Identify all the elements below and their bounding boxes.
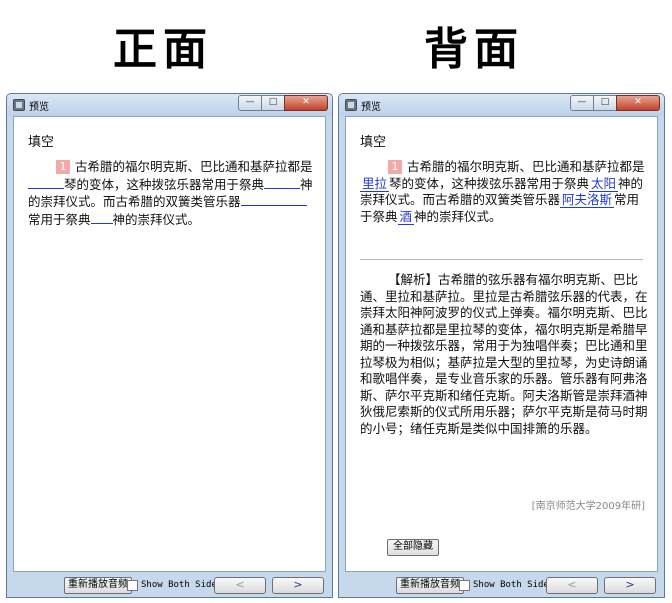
explanation-text: 【解析】古希腊的弦乐器有福尔明克斯、巴比通、里拉和基萨拉。里拉是古希腊弦乐器的代…: [360, 272, 648, 436]
answer-blank: [28, 176, 64, 189]
card-heading: 填空: [360, 135, 387, 150]
answer-blank: [90, 211, 113, 224]
answer-text: 酒: [397, 208, 415, 225]
question-text: 1 古希腊的福尔明克斯、巴比通和基萨拉都是里拉 琴的变体，这种拨弦乐器常用于祭典 太阳…: [360, 159, 650, 225]
source-citation: [南京师范大学2009年研]: [531, 501, 645, 512]
card-content: 填空 1 古希腊的福尔明克斯、巴比通和基萨拉都是里拉 琴的变体，这种拨弦乐器常用于祭…: [345, 116, 658, 572]
answer-text: 里拉: [360, 175, 390, 192]
divider: [360, 259, 643, 260]
app-icon: [13, 99, 25, 111]
show-both-sides-label: Show Both Sides: [141, 580, 223, 590]
card-content: 填空 1 古希腊的福尔明克斯、巴比通和基萨拉都是琴的变体，这种拨弦乐器常用于祭典神…: [13, 116, 326, 572]
answer-blank: [240, 193, 307, 206]
question-number-badge: 1: [388, 160, 402, 174]
question-part: 古希腊的福尔明克斯、巴比通和基萨拉都是: [407, 159, 645, 174]
hide-all-button[interactable]: 全部隐藏: [387, 539, 439, 556]
maximize-button[interactable]: □: [593, 95, 617, 111]
front-preview-window: 预览 — □ ✕ 填空 1 古希腊的福尔明克斯、巴比通和基萨拉都是琴的变体，这种拨…: [6, 93, 333, 598]
question-part: 神的崇拜仪式。: [414, 208, 502, 224]
next-button[interactable]: >: [604, 577, 656, 594]
minimize-button[interactable]: —: [238, 95, 262, 111]
show-both-sides-checkbox[interactable]: [127, 580, 138, 591]
question-part: 琴的变体，这种拨弦乐器常用于祭典: [389, 175, 590, 191]
question-part: 常用于祭典: [28, 211, 91, 227]
title-bar[interactable]: 预览 — □ ✕: [339, 94, 664, 116]
question-part: 琴的变体，这种拨弦乐器常用于祭典: [64, 176, 265, 192]
replay-audio-button[interactable]: 重新播放音频: [64, 577, 132, 594]
answer-blank: [264, 176, 301, 189]
show-both-sides-checkbox[interactable]: [459, 580, 470, 591]
question-number-badge: 1: [56, 160, 70, 174]
answer-text: 阿夫洛斯: [560, 192, 615, 208]
question-part: 神的崇拜仪式。: [112, 211, 201, 227]
question-text: 1 古希腊的福尔明克斯、巴比通和基萨拉都是琴的变体，这种拨弦乐器常用于祭典神的崇拜…: [28, 159, 318, 228]
prev-button[interactable]: <: [214, 577, 266, 594]
close-button[interactable]: ✕: [284, 95, 328, 111]
question-part: 古希腊的福尔明克斯、巴比通和基萨拉都是: [75, 159, 313, 174]
minimize-button[interactable]: —: [570, 95, 594, 111]
close-button[interactable]: ✕: [616, 95, 660, 111]
back-label: 背面: [424, 24, 524, 75]
card-heading: 填空: [28, 135, 55, 150]
front-label: 正面: [113, 24, 213, 75]
title-bar[interactable]: 预览 — □ ✕: [7, 94, 332, 116]
show-both-sides-label: Show Both Sides: [473, 580, 555, 590]
window-title: 预览: [361, 102, 381, 113]
back-preview-window: 预览 — □ ✕ 填空 1 古希腊的福尔明克斯、巴比通和基萨拉都是里拉 琴的变体，这…: [338, 93, 665, 598]
bottom-bar: 重新播放音频 Show Both Sides < >: [7, 572, 332, 597]
bottom-bar: 重新播放音频 Show Both Sides < >: [339, 572, 664, 597]
window-title: 预览: [29, 102, 49, 113]
replay-audio-button[interactable]: 重新播放音频: [396, 577, 464, 594]
prev-button[interactable]: <: [546, 577, 598, 594]
answer-text: 太阳: [589, 175, 619, 192]
app-icon: [345, 99, 357, 111]
next-button[interactable]: >: [272, 577, 324, 594]
maximize-button[interactable]: □: [261, 95, 285, 111]
